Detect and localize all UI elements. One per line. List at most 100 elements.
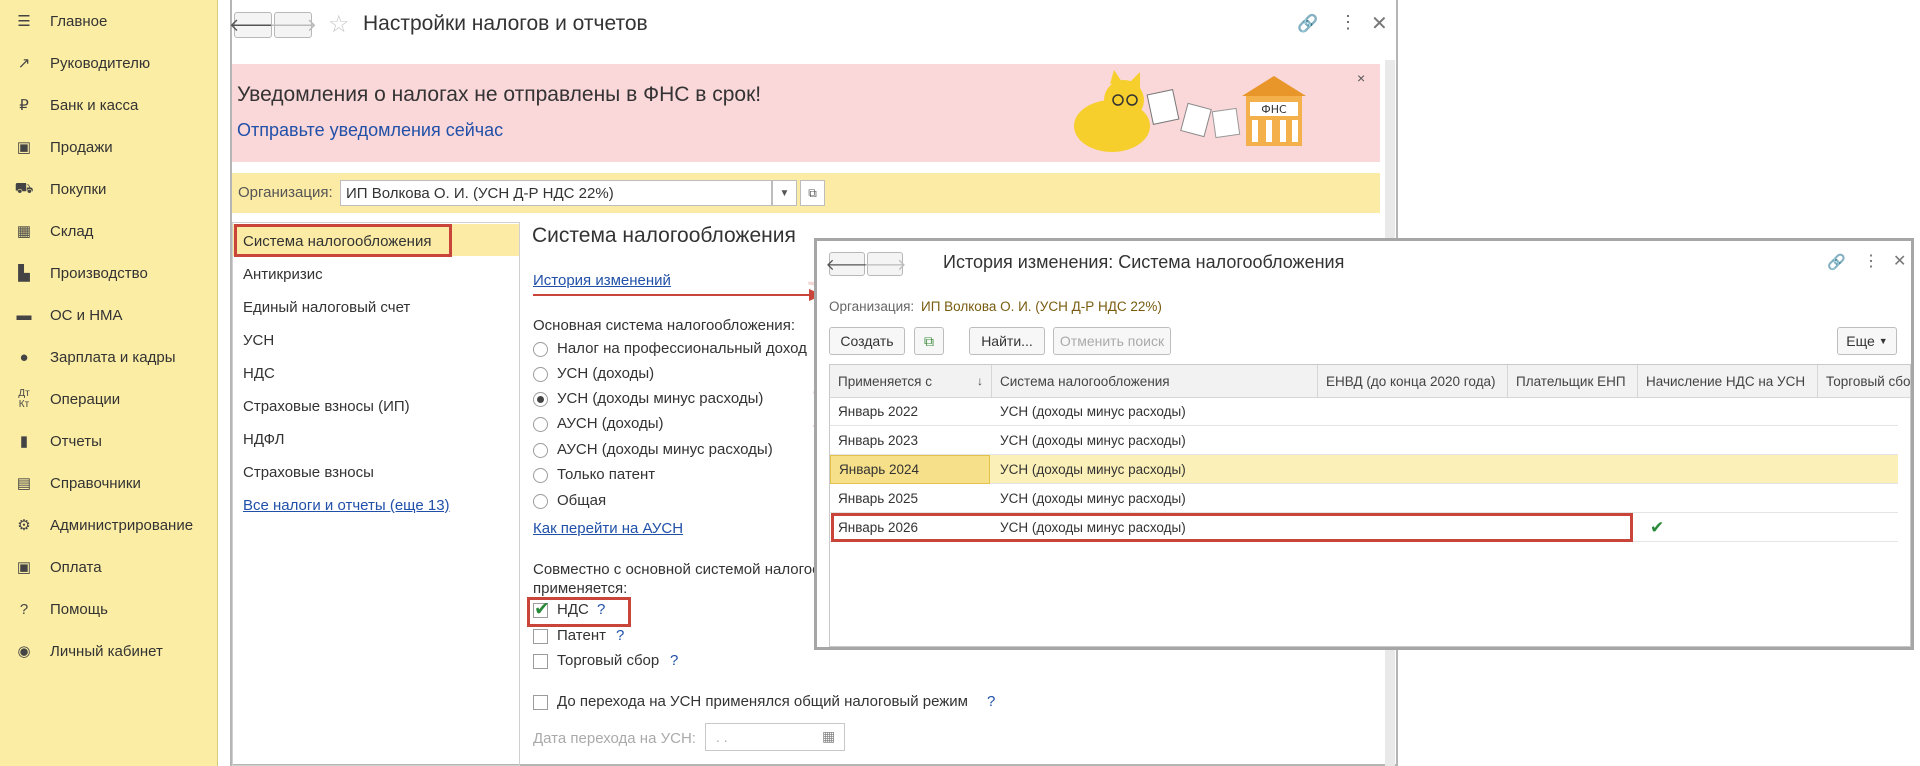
link-icon[interactable]: 🔗 (1297, 14, 1318, 34)
more-button[interactable]: Еще ▼ (1837, 327, 1897, 355)
option-label: УСН (доходы минус расходы) (557, 390, 764, 407)
popup-org-label: Организация: (829, 299, 915, 314)
all-taxes-link[interactable]: Все налоги и отчеты (еще 13) (243, 497, 450, 514)
sidebar-item-sales[interactable]: ▣ Продажи (0, 130, 217, 164)
column-header[interactable]: Система налогообложения (992, 365, 1318, 397)
table-row[interactable]: Январь 2025 УСН (доходы минус расходы) (830, 484, 1898, 513)
star-icon[interactable]: ☆ (328, 10, 350, 39)
popup-forward-button[interactable]: 🡒 (864, 252, 906, 276)
radio-usn-income-minus-expenses[interactable] (533, 392, 548, 407)
column-header[interactable]: Начисление НДС на УСН (1638, 365, 1818, 397)
chevron-down-icon: ▼ (1878, 336, 1888, 346)
popup-org-value[interactable]: ИП Волкова О. И. (УСН Д-Р НДС 22%) (921, 299, 1162, 314)
section-vat[interactable]: НДС (243, 365, 275, 382)
sidebar-item-catalogs[interactable]: ▤ Справочники (0, 466, 217, 500)
sidebar-item-warehouse[interactable]: ▦ Склад (0, 214, 217, 248)
option-label: УСН (доходы) (557, 365, 655, 382)
section-ndfl[interactable]: НДФЛ (243, 431, 284, 448)
cart-icon: ⛟ (14, 179, 34, 197)
help-icon: ? (19, 600, 29, 618)
radio-general[interactable] (533, 494, 548, 509)
row-date: Январь 2022 (838, 404, 919, 419)
row-date: Январь 2025 (838, 491, 919, 506)
radio-professional-income[interactable] (533, 342, 548, 357)
table-row[interactable]: Январь 2022 УСН (доходы минус расходы) (830, 397, 1898, 426)
column-label: Применяется с (838, 373, 932, 389)
calendar-icon[interactable]: ▦ (822, 728, 835, 745)
sort-down-icon: ↓ (977, 374, 983, 388)
table-row[interactable]: Январь 2023 УСН (доходы минус расходы) (830, 426, 1898, 455)
cancel-search-button[interactable]: Отменить поиск (1053, 327, 1171, 355)
find-button[interactable]: Найти... (969, 327, 1045, 355)
row-system: УСН (доходы минус расходы) (1000, 433, 1186, 448)
sidebar-item-production[interactable]: ▙ Производство (0, 256, 217, 290)
trade-fee-help-icon[interactable]: ? (670, 652, 678, 669)
truck-icon: ▬ (16, 306, 32, 324)
row-system: УСН (доходы минус расходы) (1000, 462, 1186, 477)
popup-close-icon[interactable]: ✕ (1893, 251, 1906, 271)
sidebar-item-payment[interactable]: ▣ Оплата (0, 550, 217, 584)
radio-usn-income[interactable] (533, 367, 548, 382)
sidebar-item-account[interactable]: ◉ Личный кабинет (0, 634, 217, 668)
column-header[interactable]: ЕНВД (до конца 2020 года) (1318, 365, 1508, 397)
chevron-down-icon[interactable]: ▼ (772, 180, 797, 206)
create-button[interactable]: Создать (829, 327, 905, 355)
patent-checkbox[interactable] (533, 629, 548, 644)
base-system-label: Основная система налогообложения: (533, 317, 795, 334)
section-usn[interactable]: УСН (243, 332, 274, 349)
sidebar-item-operations[interactable]: Дт Кт Операции (0, 382, 217, 416)
sidebar-item-bank[interactable]: ₽ Банк и касса (0, 88, 217, 122)
send-notifications-link[interactable]: Отправьте уведомления сейчас (237, 120, 503, 141)
panel-heading: Система налогообложения (532, 224, 796, 247)
vat-check-icon: ✔ (1650, 517, 1665, 537)
popup-more-vert-icon[interactable]: ⋮ (1863, 251, 1879, 271)
popup-link-icon[interactable]: 🔗 (1827, 253, 1846, 271)
trade-fee-checkbox[interactable] (533, 654, 548, 669)
sidebar-item-main[interactable]: ☰ Главное (0, 4, 217, 38)
column-header[interactable]: Плательщик ЕНП (1508, 365, 1638, 397)
close-icon[interactable]: ✕ (1371, 11, 1388, 36)
banner-close-icon[interactable]: × (1357, 70, 1365, 86)
radio-patent-only[interactable] (533, 468, 548, 483)
copy-icon[interactable]: ⧉ (914, 327, 944, 355)
patent-help-icon[interactable]: ? (616, 627, 624, 644)
column-header[interactable]: Торговый сбор (1818, 365, 1910, 397)
sidebar-item-salary[interactable]: ● Зарплата и кадры (0, 340, 217, 374)
sidebar: ☰ Главное ↗ Руководителю ₽ Банк и касса ▣ Пр… (0, 0, 218, 766)
section-insurance[interactable]: Страховые взносы (243, 464, 374, 481)
more-vert-icon[interactable]: ⋮ (1339, 12, 1357, 33)
radio-ausn-income-minus-expenses[interactable] (533, 443, 548, 458)
sidebar-item-assets[interactable]: ▬ ОС и НМА (0, 298, 217, 332)
row-system: УСН (доходы минус расходы) (1000, 491, 1186, 506)
section-insurance-ip[interactable]: Страховые взносы (ИП) (243, 398, 410, 415)
sidebar-item-purchases[interactable]: ⛟ Покупки (0, 172, 217, 206)
open-icon[interactable]: ⧉ (800, 180, 825, 206)
annotation-box (527, 597, 631, 627)
sidebar-item-reports[interactable]: ▮ Отчеты (0, 424, 217, 458)
history-table: Применяется с ↓ Система налогообложения Е… (829, 364, 1911, 647)
book-icon: ▤ (16, 475, 32, 492)
arrow-right-icon: 🡒 (863, 256, 907, 274)
org-select[interactable]: ИП Волкова О. И. (УСН Д-Р НДС 22%) (340, 180, 772, 206)
general-regime-label: До перехода на УСН применялся общий нало… (557, 693, 968, 710)
option-label: АУСН (доходы минус расходы) (557, 441, 773, 458)
section-unified-tax-account[interactable]: Единый налоговый счет (243, 299, 410, 316)
ausn-link[interactable]: Как перейти на АУСН (533, 520, 683, 537)
bar-chart-icon: ▮ (19, 433, 29, 450)
sidebar-item-help[interactable]: ? Помощь (0, 592, 217, 626)
history-link[interactable]: История изменений (533, 272, 671, 289)
section-anticrisis[interactable]: Антикризис (243, 266, 323, 283)
back-button[interactable]: 🡐 (229, 12, 277, 38)
general-regime-checkbox[interactable] (533, 695, 548, 710)
table-row-selected[interactable]: Январь 2024 УСН (доходы минус расходы) (830, 455, 1898, 484)
sidebar-item-admin[interactable]: ⚙ Администрирование (0, 508, 217, 542)
user-circle-icon: ◉ (17, 643, 31, 660)
person-icon: ● (19, 348, 29, 366)
general-regime-help-icon[interactable]: ? (987, 693, 995, 710)
column-header[interactable]: Применяется с ↓ (830, 365, 992, 397)
forward-button[interactable]: 🡒 (269, 12, 317, 38)
sidebar-item-manager[interactable]: ↗ Руководителю (0, 46, 217, 80)
option-label: Общая (557, 492, 607, 509)
popup-back-button[interactable]: 🡐 (826, 252, 868, 276)
radio-ausn-income[interactable] (533, 417, 548, 432)
